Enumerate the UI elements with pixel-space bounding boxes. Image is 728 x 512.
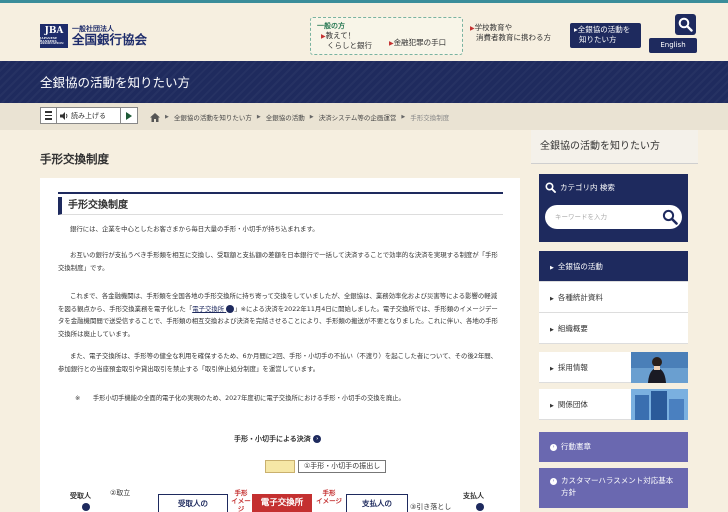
logo-title: 全国銀行協会 (72, 32, 148, 48)
search-icon (545, 182, 556, 193)
menu-icon[interactable] (41, 108, 57, 123)
person-icon (82, 503, 90, 511)
play-icon[interactable] (121, 108, 137, 123)
site-header: JBA JAPANESE BANKERS ASSOCIATION 一般社団法人 … (0, 3, 728, 61)
breadcrumb-item[interactable]: 全銀協の活動 (266, 112, 305, 122)
home-icon[interactable] (150, 112, 160, 122)
english-button[interactable]: English (649, 38, 697, 53)
diagram-step2: ②取立 (110, 489, 131, 497)
diagram-title[interactable]: 手形・小切手による決済 › (234, 434, 322, 444)
general-public-nav: 一般の方 ▶教えて！ くらしと銀行 ▶金融犯罪の手口 (310, 17, 463, 55)
search-icon (678, 17, 693, 32)
image-data-label: 手形 イメージ (316, 489, 342, 505)
sidebar-item-statistics[interactable]: ▶ 各種統計資料 (539, 282, 688, 313)
category-search-title: カテゴリ内 検索 (545, 182, 615, 193)
nav-box-title: 一般の方 (317, 22, 345, 30)
sidebar: 全銀協の活動を知りたい方 カテゴリ内 検索 キーワードを入力 ▶ 全銀協の活動 ▶… (531, 130, 698, 512)
paragraph-4: また、電子交換所は、手形等の健全な利用を確保するため、6か月間に2回、手形・小切… (58, 352, 498, 373)
paragraph-1: 銀行には、企業を中心としたお客さまから毎日大量の手形・小切手が持ち込まれます。 (70, 225, 319, 233)
payee-label: 受取人 (70, 492, 91, 500)
category-search: カテゴリ内 検索 キーワードを入力 (539, 174, 688, 242)
diagram-step1: ①手形・小切手の振出し (265, 460, 387, 473)
arrow-circle-icon: › (313, 435, 322, 443)
sidebar-item-related[interactable]: ▶ 関係団体 (539, 389, 688, 420)
diagram-step3: ③引き落とし (410, 503, 452, 511)
sidebar-title[interactable]: 全銀協の活動を知りたい方 (531, 130, 698, 164)
breadcrumb: ▶ 全銀協の活動を知りたい方 ▶ 全銀協の活動 ▶ 決済システム等の企画運営 ▶ 手形交… (150, 112, 449, 122)
jba-logo-mark: JBA JAPANESE BANKERS ASSOCIATION (40, 24, 68, 48)
person-icon (476, 503, 484, 511)
sidebar-item-recruit[interactable]: ▶ 採用情報 (539, 352, 688, 383)
read-aloud-widget: 読み上げる (40, 107, 138, 124)
nav-kurashi-link[interactable]: ▶教えて！ くらしと銀行 (321, 31, 372, 50)
footnote: ※ 手形小切手機能の全面的電子化の実現のため、2027年度初に電子交換所における… (75, 395, 405, 402)
sidebar-menu: ▶ 全銀協の活動 ▶ 各種統計資料 ▶ 組織概要 ▶ 採用情報 ▶ 関係団体 (539, 251, 688, 420)
search-input[interactable]: キーワードを入力 (545, 205, 682, 229)
read-aloud-button[interactable]: 読み上げる (57, 108, 121, 123)
jba-logo[interactable]: JBA JAPANESE BANKERS ASSOCIATION 一般社団法人 … (40, 24, 147, 48)
breadcrumb-current: 手形交換制度 (410, 114, 450, 122)
page-title: 手形交換制度 (40, 152, 109, 166)
payer-bank-box: 支払人の (346, 494, 408, 512)
sidebar-item-organization[interactable]: ▶ 組織概要 (539, 313, 688, 344)
page-banner: 全銀協の活動を知りたい方 (0, 61, 728, 103)
speaker-icon (60, 111, 68, 120)
card-rule (58, 192, 503, 194)
settlement-diagram: 手形・小切手による決済 › ①手形・小切手の振出し ②取立 受取人 支払人 受取… (40, 428, 520, 512)
recruit-photo (631, 352, 688, 383)
electronic-clearing-box: 電子交換所 (252, 494, 312, 512)
nav-activities-link[interactable]: ▸全銀協の活動を 知りたい方 (570, 23, 641, 48)
image-data-label: 手形 イメージ (231, 489, 251, 512)
paragraph-3: これまで、各金融機関は、手形類を全国各地の手形交換所に持ち寄って交換をしていまし… (58, 292, 498, 338)
toolbar: 読み上げる ▶ 全銀協の活動を知りたい方 ▶ 全銀協の活動 ▶ 決済システム等の企画運… (0, 103, 728, 130)
search-icon (662, 209, 678, 225)
banner-title: 全銀協の活動を知りたい方 (40, 75, 191, 90)
payer-label: 支払人 (463, 492, 484, 500)
paragraph-2: お互いの銀行が支払うべき手形類を相互に交換し、受取額と支払額の差額を日本銀行で一… (58, 251, 498, 272)
code-of-conduct-link[interactable]: › 行動憲章 (539, 432, 688, 462)
nav-education-link[interactable]: ▶学校教育や 消費者教育に携わる方 (470, 23, 551, 43)
nav-fraud-link[interactable]: ▶金融犯罪の手口 (389, 37, 446, 48)
sidebar-item-activities[interactable]: ▶ 全銀協の活動 (539, 251, 688, 282)
payee-bank-box: 受取人の (158, 494, 228, 512)
main-content: 手形交換制度 手形交換制度 銀行には、企業を中心としたお客さまから毎日大量の手形… (40, 130, 520, 512)
content-card: 手形交換制度 銀行には、企業を中心としたお客さまから毎日大量の手形・小切手が持ち… (40, 178, 520, 512)
denshi-koukanjo-link[interactable]: 電子交換所 › (192, 304, 240, 313)
breadcrumb-item[interactable]: 決済システム等の企画運営 (319, 112, 397, 122)
customer-harassment-link[interactable]: › カスタマーハラスメント対応基本 方針 (539, 468, 688, 508)
breadcrumb-item[interactable]: 全銀協の活動を知りたい方 (174, 112, 252, 122)
cheque-icon (265, 460, 295, 473)
header-search-button[interactable] (675, 14, 696, 35)
buildings-photo (631, 389, 688, 420)
section-heading: 手形交換制度 (58, 197, 503, 215)
arrow-circle-icon: › (226, 304, 240, 313)
